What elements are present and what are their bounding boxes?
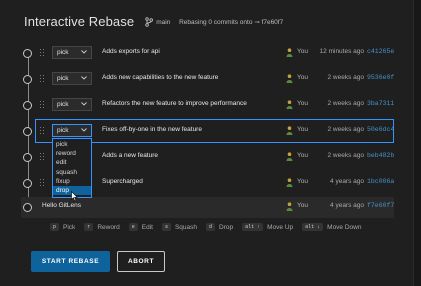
branch-name: main (156, 18, 171, 26)
shortcut-label: Edit (141, 223, 153, 231)
action-select[interactable]: pick (52, 72, 92, 85)
git-branch-icon (145, 16, 154, 27)
commit-date: 2 weeks ago (327, 152, 365, 159)
commit-sha[interactable]: 3ba7311 (367, 100, 394, 107)
commit-node (23, 75, 32, 84)
shortcut-label: Pick (63, 223, 76, 231)
commit-date: 2 weeks ago (327, 126, 365, 133)
commit-author: You (297, 178, 308, 185)
drag-handle-icon[interactable] (40, 101, 46, 110)
commit-message: Fixes off-by-one in the new feature (102, 126, 202, 133)
commit-sha[interactable]: beb482b (367, 152, 394, 159)
header: Interactive Rebase main Rebasing 0 commi… (24, 14, 283, 29)
keyboard-shortcuts: p Pick r Reword e Edit s Squash d Drop alt ↑ M… (50, 223, 361, 231)
onto-sha: f7e60f7 (261, 18, 284, 26)
action-value: pick (57, 75, 69, 82)
commit-node (23, 127, 32, 136)
commit-author: You (297, 126, 308, 133)
shortcut-key: r (84, 223, 94, 231)
commit-author: You (297, 152, 308, 159)
dropdown-option-reword[interactable]: reword (53, 149, 91, 158)
abort-button[interactable]: ABORT (117, 251, 165, 272)
drag-handle-icon[interactable] (40, 179, 46, 188)
shortcut-key: d (206, 223, 216, 231)
chevron-down-icon (81, 128, 87, 132)
action-select[interactable]: pick (52, 98, 92, 111)
drag-handle-icon[interactable] (40, 49, 46, 58)
commit-date: 2 weeks ago (327, 100, 365, 107)
commit-date: 12 minutes ago (319, 48, 364, 55)
commit-author: You (297, 74, 308, 81)
commit-row[interactable]: pick Adds exports for api You 12 minutes… (21, 43, 394, 64)
dropdown-option-pick[interactable]: pick (53, 140, 91, 149)
commit-row[interactable]: pick Adds new capabilities to the new fe… (21, 69, 394, 90)
commit-date: 4 years ago (330, 202, 364, 209)
chevron-down-icon (81, 50, 87, 54)
commit-date: 4 years ago (330, 178, 364, 185)
commit-row[interactable]: pick Refactors the new feature to improv… (21, 95, 394, 116)
drag-handle-icon[interactable] (40, 75, 46, 84)
commit-author: You (297, 202, 308, 209)
commit-sha[interactable]: 9536e0f (367, 74, 394, 81)
commit-icon: ⊸ (254, 18, 260, 26)
avatar-icon (286, 74, 293, 83)
commit-node (23, 49, 32, 58)
avatar-icon (286, 178, 293, 187)
action-value: pick (57, 127, 69, 134)
action-select[interactable]: pick (52, 124, 92, 137)
action-dropdown[interactable]: pick reword edit squash fixup drop (52, 138, 92, 198)
commit-date: 2 weeks ago (327, 74, 365, 81)
chevron-down-icon (81, 102, 87, 106)
shortcut-key: p (50, 223, 60, 231)
avatar-icon (286, 100, 293, 109)
action-value: pick (57, 49, 69, 56)
mouse-cursor-icon (71, 191, 78, 202)
drag-handle-icon[interactable] (40, 153, 46, 162)
shortcut-label: Squash (174, 223, 197, 231)
commit-author: You (297, 48, 308, 55)
dropdown-option-edit[interactable]: edit (53, 158, 91, 167)
shortcut-label: Move Up (267, 223, 294, 231)
rebasing-text: Rebasing 0 commits onto (179, 18, 253, 26)
start-rebase-button[interactable]: START REBASE (31, 251, 110, 272)
shortcut-key: alt ↑ (242, 223, 264, 231)
commit-sha[interactable]: 50e6dc4 (367, 126, 394, 133)
chevron-down-icon (81, 76, 87, 80)
commit-message: Refactors the new feature to improve per… (102, 100, 247, 107)
commit-node (23, 153, 32, 162)
commit-node (23, 203, 32, 212)
dropdown-option-squash[interactable]: squash (53, 168, 91, 177)
shortcut-key: e (128, 223, 138, 231)
commit-message: Adds a new feature (102, 152, 159, 159)
action-value: pick (57, 101, 69, 108)
shortcut-label: Move Down (327, 223, 362, 231)
scrollbar[interactable] (413, 0, 421, 286)
commit-sha[interactable]: f7e60f7 (367, 202, 394, 209)
avatar-icon (286, 152, 293, 161)
commit-sha[interactable]: 1bc006a (367, 178, 394, 185)
commit-message: Supercharged (102, 178, 143, 185)
avatar-icon (286, 202, 293, 211)
page-title: Interactive Rebase (24, 14, 135, 29)
commit-node (23, 179, 32, 188)
commit-message: Adds new capabilities to the new feature (102, 74, 219, 81)
commit-node (23, 101, 32, 110)
avatar-icon (286, 126, 293, 135)
base-commit-message: Hello GitLens (42, 202, 82, 209)
shortcut-key: s (161, 223, 171, 231)
shortcut-label: Drop (219, 223, 234, 231)
drag-handle-icon[interactable] (40, 127, 46, 136)
commit-sha[interactable]: c41265e (367, 48, 394, 55)
dropdown-option-fixup[interactable]: fixup (53, 177, 91, 186)
commit-author: You (297, 100, 308, 107)
shortcut-key: alt ↓ (302, 223, 324, 231)
rebase-info: main Rebasing 0 commits onto ⊸ f7e60f7 (156, 18, 283, 26)
commit-message: Adds exports for api (102, 48, 160, 55)
shortcut-label: Reword (97, 223, 120, 231)
avatar-icon (286, 48, 293, 57)
action-select[interactable]: pick (52, 46, 92, 59)
